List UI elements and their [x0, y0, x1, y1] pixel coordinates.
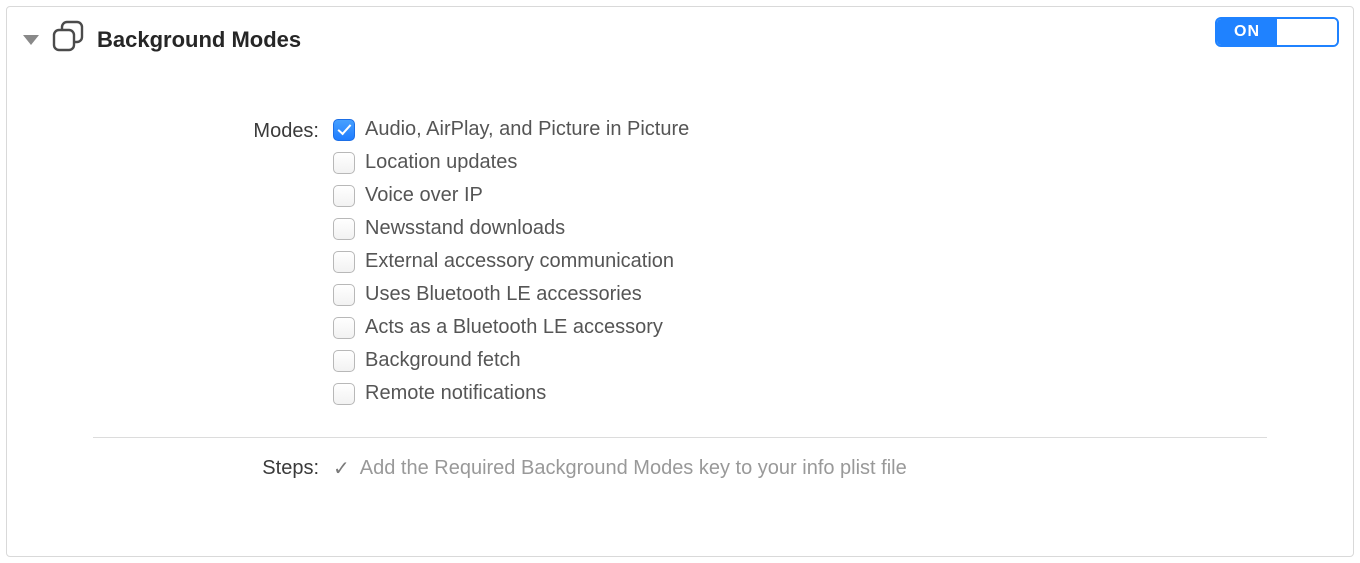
- mode-checkbox[interactable]: [333, 284, 355, 306]
- mode-label: Newsstand downloads: [365, 217, 565, 240]
- panel-title: Background Modes: [97, 27, 301, 53]
- divider: [93, 437, 1267, 438]
- mode-option: Audio, AirPlay, and Picture in Picture: [333, 118, 1267, 141]
- mode-label: Voice over IP: [365, 184, 483, 207]
- mode-option: Background fetch: [333, 349, 1267, 372]
- mode-checkbox[interactable]: [333, 185, 355, 207]
- mode-label: Location updates: [365, 151, 517, 174]
- mode-label: Acts as a Bluetooth LE accessory: [365, 316, 663, 339]
- mode-option: Acts as a Bluetooth LE accessory: [333, 316, 1267, 339]
- checkmark-icon: ✓: [333, 456, 350, 481]
- mode-label: Remote notifications: [365, 382, 546, 405]
- mode-label: Uses Bluetooth LE accessories: [365, 283, 642, 306]
- mode-label: External accessory communication: [365, 250, 674, 273]
- step-text: Add the Required Background Modes key to…: [360, 457, 907, 480]
- mode-label: Audio, AirPlay, and Picture in Picture: [365, 118, 689, 141]
- mode-option: External accessory communication: [333, 250, 1267, 273]
- mode-checkbox[interactable]: [333, 251, 355, 273]
- mode-option: Voice over IP: [333, 184, 1267, 207]
- steps-label: Steps:: [93, 457, 333, 480]
- mode-checkbox[interactable]: [333, 119, 355, 141]
- modes-list: Audio, AirPlay, and Picture in Picture Lo…: [333, 118, 1267, 415]
- mode-checkbox[interactable]: [333, 317, 355, 339]
- modes-label: Modes:: [93, 118, 333, 143]
- mode-option: Location updates: [333, 151, 1267, 174]
- steps-list: ✓ Add the Required Background Modes key t…: [333, 456, 1267, 481]
- mode-checkbox[interactable]: [333, 383, 355, 405]
- mode-checkbox[interactable]: [333, 350, 355, 372]
- capability-toggle[interactable]: ON: [1215, 17, 1339, 47]
- panel-body: Modes: Audio, AirPlay, and Picture in Pi…: [23, 118, 1337, 481]
- mode-checkbox[interactable]: [333, 218, 355, 240]
- disclosure-triangle-icon[interactable]: [23, 35, 39, 45]
- step-item: ✓ Add the Required Background Modes key t…: [333, 456, 1267, 481]
- modes-row: Modes: Audio, AirPlay, and Picture in Pi…: [93, 118, 1267, 415]
- mode-checkbox[interactable]: [333, 152, 355, 174]
- mode-label: Background fetch: [365, 349, 521, 372]
- capability-panel: Background Modes ON Modes: Audio, AirPla…: [6, 6, 1354, 557]
- mode-option: Remote notifications: [333, 382, 1267, 405]
- toggle-on-label: ON: [1217, 19, 1277, 45]
- mode-option: Newsstand downloads: [333, 217, 1267, 240]
- background-modes-icon: [49, 17, 89, 62]
- panel-header: Background Modes: [23, 17, 1337, 62]
- mode-option: Uses Bluetooth LE accessories: [333, 283, 1267, 306]
- steps-row: Steps: ✓ Add the Required Background Mode…: [93, 456, 1267, 481]
- toggle-off-segment: [1277, 19, 1337, 45]
